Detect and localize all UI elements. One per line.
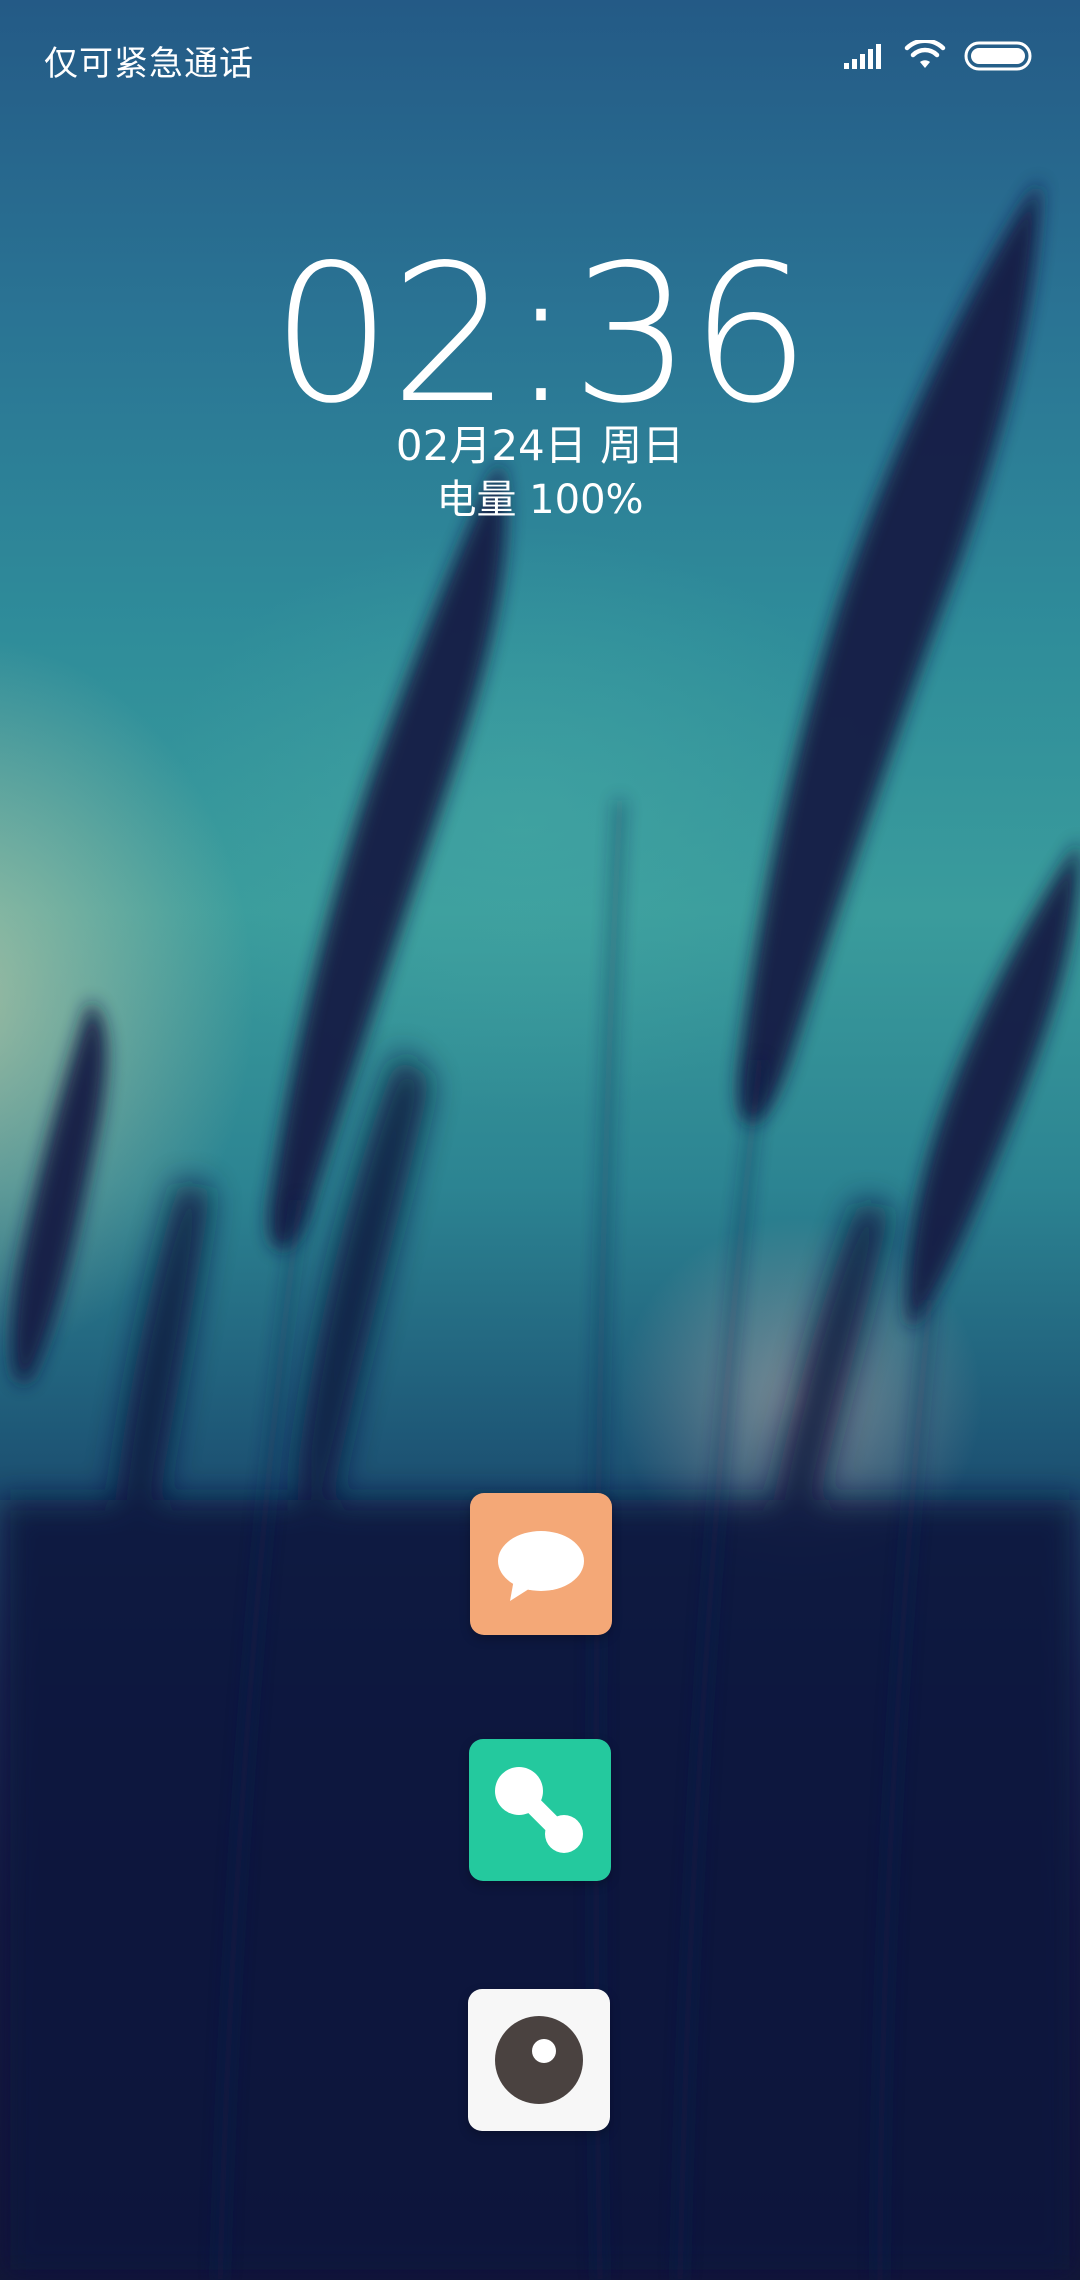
camera-shortcut-button[interactable] — [468, 1989, 610, 2131]
remote-shortcut-button[interactable] — [469, 1739, 611, 1881]
lock-clock: 02:36 — [271, 224, 811, 445]
status-bar: 仅可紧急通话 — [0, 0, 1080, 120]
carrier-status-text: 仅可紧急通话 — [44, 44, 254, 84]
battery-status-text: 电量 100% — [436, 477, 644, 523]
messages-shortcut-button[interactable] — [470, 1493, 612, 1635]
chat-bubble-icon — [498, 1531, 584, 1601]
signal-icon — [842, 41, 886, 75]
battery-icon — [964, 41, 1032, 75]
lock-date: 02月24日 周日 — [395, 421, 685, 470]
lock-screen: 仅可紧急通话 02:36 02月24日 周日 电量 100% — [0, 0, 1080, 2280]
dumbbell-link-icon — [495, 1767, 583, 1853]
wifi-icon — [904, 38, 946, 76]
status-icons — [842, 38, 1032, 76]
camera-lens-icon — [495, 2016, 583, 2104]
